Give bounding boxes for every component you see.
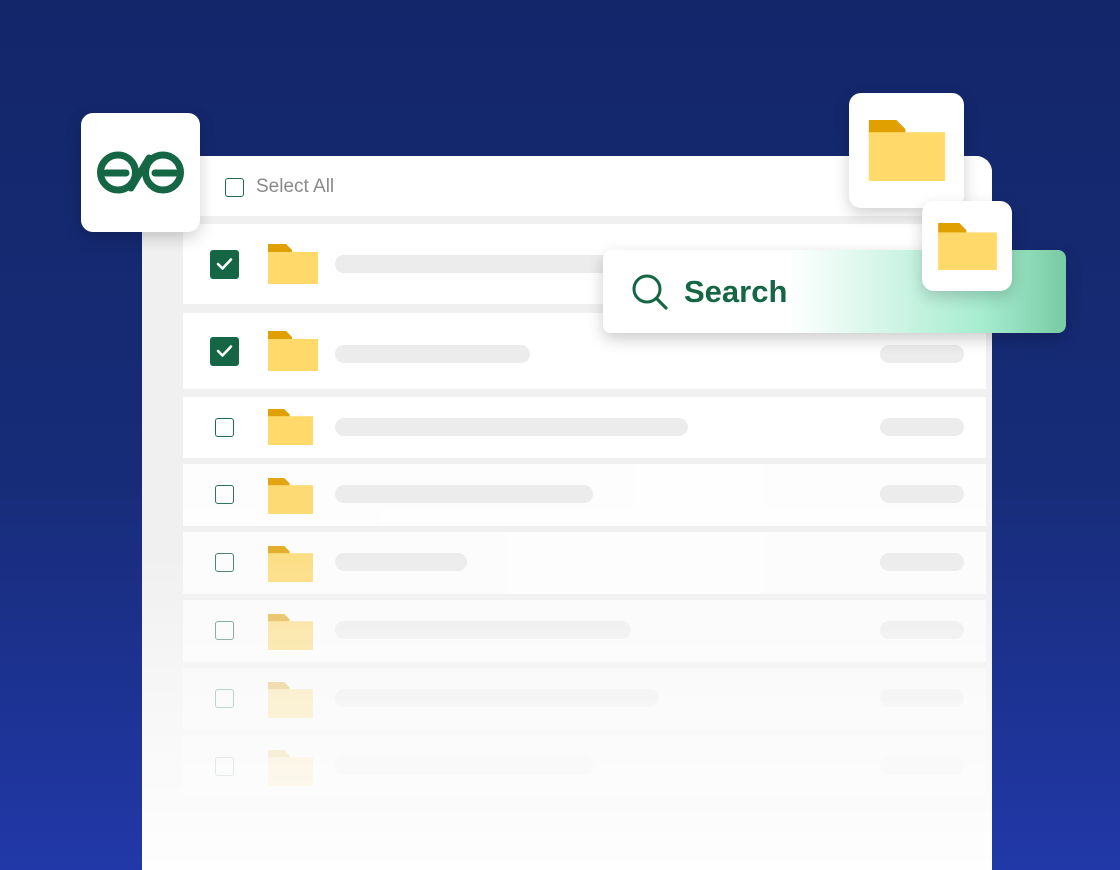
file-meta-placeholder bbox=[880, 553, 964, 571]
row-checkbox[interactable] bbox=[215, 485, 234, 504]
file-meta-placeholder bbox=[880, 689, 964, 707]
check-icon bbox=[216, 345, 233, 357]
select-all-checkbox[interactable] bbox=[225, 178, 244, 197]
row-checkbox[interactable] bbox=[210, 250, 239, 279]
folder-icon bbox=[268, 478, 313, 514]
row-checkbox[interactable] bbox=[215, 689, 234, 708]
file-name-placeholder bbox=[335, 255, 635, 273]
folder-icon bbox=[268, 614, 313, 650]
folder-icon bbox=[268, 750, 313, 786]
search-icon bbox=[632, 274, 668, 310]
file-meta-placeholder bbox=[880, 621, 964, 639]
folder-icon bbox=[268, 409, 313, 445]
logo-card bbox=[81, 113, 200, 232]
row-checkbox[interactable] bbox=[215, 757, 234, 776]
folder-icon bbox=[268, 682, 313, 718]
file-row[interactable] bbox=[183, 600, 986, 662]
file-row[interactable] bbox=[183, 397, 986, 458]
file-name-placeholder bbox=[335, 621, 631, 639]
folder-icon bbox=[268, 546, 313, 582]
file-name-placeholder bbox=[335, 757, 593, 775]
file-row[interactable] bbox=[183, 464, 986, 526]
file-name-placeholder bbox=[335, 345, 530, 363]
infinity-logo-icon bbox=[97, 151, 184, 194]
row-checkbox[interactable] bbox=[215, 553, 234, 572]
file-name-placeholder bbox=[335, 689, 659, 707]
select-all-label[interactable]: Select All bbox=[256, 176, 334, 198]
file-meta-placeholder bbox=[880, 345, 964, 363]
folder-icon bbox=[268, 244, 318, 284]
folder-icon bbox=[938, 223, 997, 270]
file-meta-placeholder bbox=[880, 757, 964, 775]
file-row[interactable] bbox=[183, 736, 986, 798]
folder-card-large bbox=[849, 93, 964, 208]
search-label: Search bbox=[684, 274, 788, 309]
row-checkbox[interactable] bbox=[210, 337, 239, 366]
folder-icon bbox=[868, 120, 946, 181]
folder-icon bbox=[268, 331, 318, 371]
file-row[interactable] bbox=[183, 668, 986, 730]
file-meta-placeholder bbox=[880, 485, 964, 503]
row-checkbox[interactable] bbox=[215, 621, 234, 640]
folder-card-small bbox=[922, 201, 1012, 291]
file-name-placeholder bbox=[335, 485, 593, 503]
file-name-placeholder bbox=[335, 553, 467, 571]
file-meta-placeholder bbox=[880, 418, 964, 436]
file-row[interactable] bbox=[183, 532, 986, 594]
check-icon bbox=[216, 258, 233, 270]
row-checkbox[interactable] bbox=[215, 418, 234, 437]
file-name-placeholder bbox=[335, 418, 688, 436]
